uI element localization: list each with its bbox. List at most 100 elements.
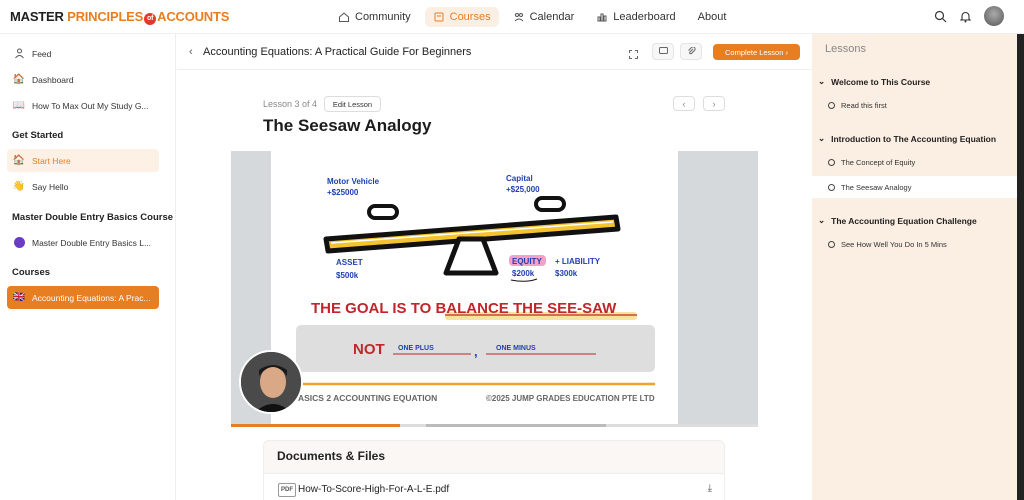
lesson-item-seesaw[interactable]: The Seesaw Analogy: [812, 176, 1017, 198]
chevron-left-icon[interactable]: ‹: [189, 46, 193, 58]
comma-text: ,: [474, 344, 478, 359]
lesson-progress-text: Lesson 3 of 4: [263, 99, 318, 109]
sidebar-item-label: How To Max Out My Study G...: [32, 100, 149, 111]
course-title: Accounting Equations: A Practical Guide …: [203, 46, 472, 58]
incomplete-circle-icon: [828, 158, 835, 166]
label-equity: EQUITY: [512, 257, 542, 266]
sidebar-item-label: Accounting Equations: A Prac...: [32, 292, 151, 303]
main-nav: Community Courses Calendar Leaderboard A…: [330, 7, 734, 27]
sidebar-item-start-here[interactable]: 🏠 Start Here: [7, 149, 159, 172]
fullscreen-icon[interactable]: [629, 46, 638, 64]
next-lesson-button[interactable]: ›: [703, 96, 725, 111]
one-minus-text: ONE MINUS: [496, 345, 536, 352]
lesson-item-concept-equity[interactable]: The Concept of Equity: [812, 151, 1017, 173]
nav-courses[interactable]: Courses: [424, 7, 499, 27]
lesson-item-read-first[interactable]: Read this first: [812, 94, 1017, 116]
left-sidebar: Feed 🏠 Dashboard 📖 How To Max Out My Stu…: [0, 34, 176, 500]
brand-logo[interactable]: MASTER PRINCIPLES of ACCOUNTS: [10, 9, 229, 25]
sidebar-item-dashboard[interactable]: 🏠 Dashboard: [7, 68, 159, 91]
nav-community[interactable]: Community: [330, 7, 419, 27]
house-icon: 🏠: [12, 74, 26, 85]
sidebar-item-label: Dashboard: [32, 74, 74, 85]
sidebar-item-study-guide[interactable]: 📖 How To Max Out My Study G...: [7, 94, 159, 117]
chevron-down-icon: ⌄: [818, 215, 826, 225]
chart-icon: [597, 13, 607, 22]
lesson-slide: Motor Vehicle +$25000 Capital +$25,000 A…: [271, 151, 678, 424]
documents-title: Documents & Files: [277, 449, 386, 463]
section-get-started: Get Started: [12, 130, 64, 141]
incomplete-circle-icon: [828, 240, 835, 248]
label-liability: + LIABILITY: [555, 257, 601, 266]
nav-calendar[interactable]: Calendar: [505, 7, 583, 27]
brand-part1: MASTER: [10, 9, 68, 24]
not-text: NOT: [353, 341, 385, 358]
sidebar-item-accounting-equations[interactable]: 🇬🇧 Accounting Equations: A Prac...: [7, 286, 159, 309]
edit-lesson-button[interactable]: Edit Lesson: [324, 96, 381, 112]
window-edge: [1017, 34, 1024, 500]
presenter-webcam: [239, 350, 303, 414]
lesson-section-intro[interactable]: ⌄ Introduction to The Accounting Equatio…: [818, 133, 996, 144]
video-scrub-buffer: [426, 424, 606, 427]
bell-icon[interactable]: [959, 10, 972, 23]
label-capital-value: +$25,000: [506, 185, 540, 194]
nav-courses-label: Courses: [449, 11, 491, 23]
nav-leaderboard[interactable]: Leaderboard: [588, 7, 683, 27]
lessons-panel-title: Lessons: [825, 43, 866, 55]
lesson-section-challenge[interactable]: ⌄ The Accounting Equation Challenge: [818, 215, 977, 226]
file-name[interactable]: How-To-Score-High-For-A-L-E.pdf: [298, 484, 449, 495]
lesson-item-label: See How Well You Do In 5 Mins: [841, 239, 947, 249]
nav-calendar-label: Calendar: [529, 11, 575, 23]
lesson-section-welcome[interactable]: ⌄ Welcome to This Course: [818, 76, 930, 87]
book-open-icon: 📖: [12, 100, 26, 111]
lesson-item-label: The Seesaw Analogy: [841, 182, 912, 192]
comment-button[interactable]: [652, 43, 674, 60]
prev-lesson-button[interactable]: ‹: [673, 96, 695, 111]
lesson-item-label: Read this first: [841, 100, 887, 110]
top-nav-bar: MASTER PRINCIPLES of ACCOUNTS Community Co…: [0, 0, 1024, 34]
sidebar-item-feed[interactable]: Feed: [7, 42, 159, 65]
calendar-icon: [514, 13, 523, 22]
file-row[interactable]: PDF How-To-Score-High-For-A-L-E.pdf ⤓: [264, 473, 724, 500]
paperclip-icon: [687, 47, 696, 55]
section-title: Welcome to This Course: [831, 76, 931, 87]
lesson-item-challenge[interactable]: See How Well You Do In 5 Mins: [812, 233, 1017, 255]
documents-panel: Documents & Files PDF How-To-Score-High-…: [263, 440, 725, 500]
label-equity-value: $200k: [512, 269, 535, 278]
goal-prefix: THE GOAL IS TO: [311, 300, 435, 317]
nav-about[interactable]: About: [690, 7, 735, 27]
brand-part3: ACCOUNTS: [157, 9, 230, 24]
slide-footer-left: ASICS 2 ACCOUNTING EQUATION: [298, 393, 437, 403]
chevron-right-icon: ›: [712, 98, 716, 109]
feed-icon: [13, 48, 25, 60]
slide-footer-right: ©2025 JUMP GRADES EDUCATION PTE LTD: [486, 394, 655, 403]
sidebar-item-label: Feed: [32, 48, 52, 59]
label-capital: Capital: [506, 174, 533, 183]
pdf-file-icon: PDF: [278, 483, 296, 497]
user-avatar[interactable]: [984, 6, 1004, 26]
incomplete-circle-icon: [828, 101, 835, 109]
download-icon[interactable]: ⤓: [708, 483, 712, 494]
label-asset: ASSET: [336, 258, 363, 267]
wave-icon: 👋: [12, 181, 26, 192]
section-title: Introduction to The Accounting Equation: [831, 133, 997, 144]
nav-leaderboard-label: Leaderboard: [613, 11, 676, 23]
sidebar-item-label: Say Hello: [32, 181, 69, 192]
book-icon: [434, 12, 444, 22]
attachment-button[interactable]: [680, 43, 702, 60]
purple-dot-icon: [13, 237, 25, 249]
sidebar-item-label: Master Double Entry Basics L...: [32, 237, 152, 248]
video-player[interactable]: Motor Vehicle +$25000 Capital +$25,000 A…: [231, 151, 758, 424]
chevron-down-icon: ⌄: [818, 133, 826, 143]
nav-community-label: Community: [355, 11, 411, 23]
sidebar-item-double-entry[interactable]: Master Double Entry Basics L...: [7, 231, 159, 254]
comment-icon: [658, 47, 668, 54]
section-double-entry: Master Double Entry Basics Course: [12, 212, 174, 223]
search-icon[interactable]: [934, 10, 947, 23]
chevron-down-icon: ⌄: [818, 76, 826, 86]
sidebar-item-say-hello[interactable]: 👋 Say Hello: [7, 175, 159, 198]
lesson-item-label: The Concept of Equity: [841, 157, 916, 167]
label-asset-value: $500k: [336, 271, 359, 280]
complete-lesson-button[interactable]: Complete Lesson ›: [713, 44, 800, 60]
chevron-left-icon: ‹: [682, 98, 686, 109]
section-title: The Accounting Equation Challenge: [831, 215, 977, 226]
